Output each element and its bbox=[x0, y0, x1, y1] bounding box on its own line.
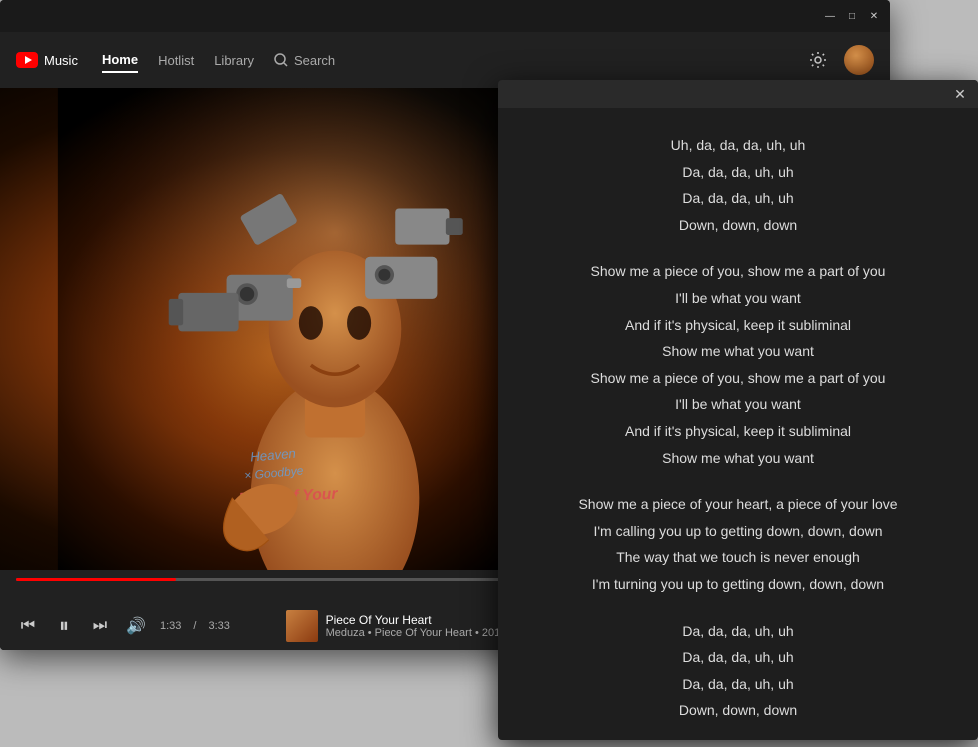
skip-back-button[interactable]: ⏮ bbox=[16, 614, 40, 638]
search-area[interactable]: Search bbox=[274, 53, 335, 68]
user-avatar[interactable] bbox=[844, 45, 874, 75]
search-icon bbox=[274, 53, 288, 67]
lyrics-line: I'm turning you up to getting down, down… bbox=[514, 571, 962, 598]
time-separator: / bbox=[193, 620, 196, 632]
lyrics-blank bbox=[514, 471, 962, 491]
time-current: 1:33 bbox=[160, 620, 181, 632]
lyrics-line: And if it's physical, keep it subliminal bbox=[514, 418, 962, 445]
time-total: 3:33 bbox=[208, 620, 229, 632]
lyrics-line: Da, da, da, uh, uh bbox=[514, 644, 962, 671]
lyrics-line: I'll be what you want bbox=[514, 391, 962, 418]
search-label: Search bbox=[294, 53, 335, 68]
nav-hotlist[interactable]: Hotlist bbox=[158, 49, 194, 72]
youtube-icon bbox=[16, 52, 38, 68]
nav-library[interactable]: Library bbox=[214, 49, 254, 72]
skip-forward-button[interactable]: ⏭ bbox=[88, 614, 112, 638]
lyrics-blank bbox=[514, 238, 962, 258]
lyrics-titlebar: ✕ bbox=[498, 80, 978, 108]
lyrics-content: Uh, da, da, da, uh, uhDa, da, da, uh, uh… bbox=[498, 108, 978, 740]
lyrics-line: Da, da, da, uh, uh bbox=[514, 618, 962, 645]
settings-button[interactable] bbox=[804, 46, 832, 74]
close-button[interactable]: ✕ bbox=[866, 8, 882, 24]
lyrics-line: Show me a piece of you, show me a part o… bbox=[514, 258, 962, 285]
controls-left: ⏮ ⏸ ⏭ 🔊 1:33 / 3:33 bbox=[16, 614, 230, 638]
lyrics-line: Show me what you want bbox=[514, 445, 962, 472]
yt-titlebar: — □ ✕ bbox=[0, 0, 890, 32]
track-title: Piece Of Your Heart bbox=[326, 613, 507, 627]
lyrics-line: And if it's physical, keep it subliminal bbox=[514, 312, 962, 339]
gear-icon bbox=[809, 51, 827, 69]
lyrics-window: ✕ Uh, da, da, da, uh, uhDa, da, da, uh, … bbox=[498, 80, 978, 740]
minimize-button[interactable]: — bbox=[822, 8, 838, 24]
progress-fill bbox=[16, 578, 176, 581]
yt-nav: Home Hotlist Library Search bbox=[102, 48, 335, 73]
lyrics-line: Da, da, da, uh, uh bbox=[514, 671, 962, 698]
maximize-button[interactable]: □ bbox=[844, 8, 860, 24]
lyrics-line: The way that we touch is never enough bbox=[514, 544, 962, 571]
logo-text: Music bbox=[44, 53, 78, 68]
lyrics-line: Down, down, down bbox=[514, 212, 962, 239]
volume-button[interactable]: 🔊 bbox=[124, 614, 148, 638]
titlebar-controls: — □ ✕ bbox=[822, 8, 882, 24]
lyrics-line: Da, da, da, uh, uh bbox=[514, 159, 962, 186]
nav-home[interactable]: Home bbox=[102, 48, 138, 73]
track-thumbnail bbox=[286, 610, 318, 642]
lyrics-line: Da, da, da, uh, uh bbox=[514, 185, 962, 212]
lyrics-line: Show me what you want bbox=[514, 338, 962, 365]
lyrics-line: Uh, da, da, da, uh, uh bbox=[514, 132, 962, 159]
lyrics-close-button[interactable]: ✕ bbox=[950, 84, 970, 104]
lyrics-line: Show me a piece of you, show me a part o… bbox=[514, 365, 962, 392]
play-pause-button[interactable]: ⏸ bbox=[52, 614, 76, 638]
lyrics-blank bbox=[514, 724, 962, 740]
topbar-left: Music Home Hotlist Library Search bbox=[16, 48, 335, 73]
track-details: Piece Of Your Heart Meduza • Piece Of Yo… bbox=[326, 613, 507, 639]
lyrics-line: Down, down, down bbox=[514, 697, 962, 724]
lyrics-blank bbox=[514, 598, 962, 618]
lyrics-line: Show me a piece of your heart, a piece o… bbox=[514, 491, 962, 518]
yt-logo: Music bbox=[16, 52, 78, 68]
lyrics-line: I'm calling you up to getting down, down… bbox=[514, 518, 962, 545]
track-subtitle: Meduza • Piece Of Your Heart • 2019 bbox=[326, 627, 507, 639]
lyrics-line: I'll be what you want bbox=[514, 285, 962, 312]
topbar-right bbox=[804, 45, 874, 75]
